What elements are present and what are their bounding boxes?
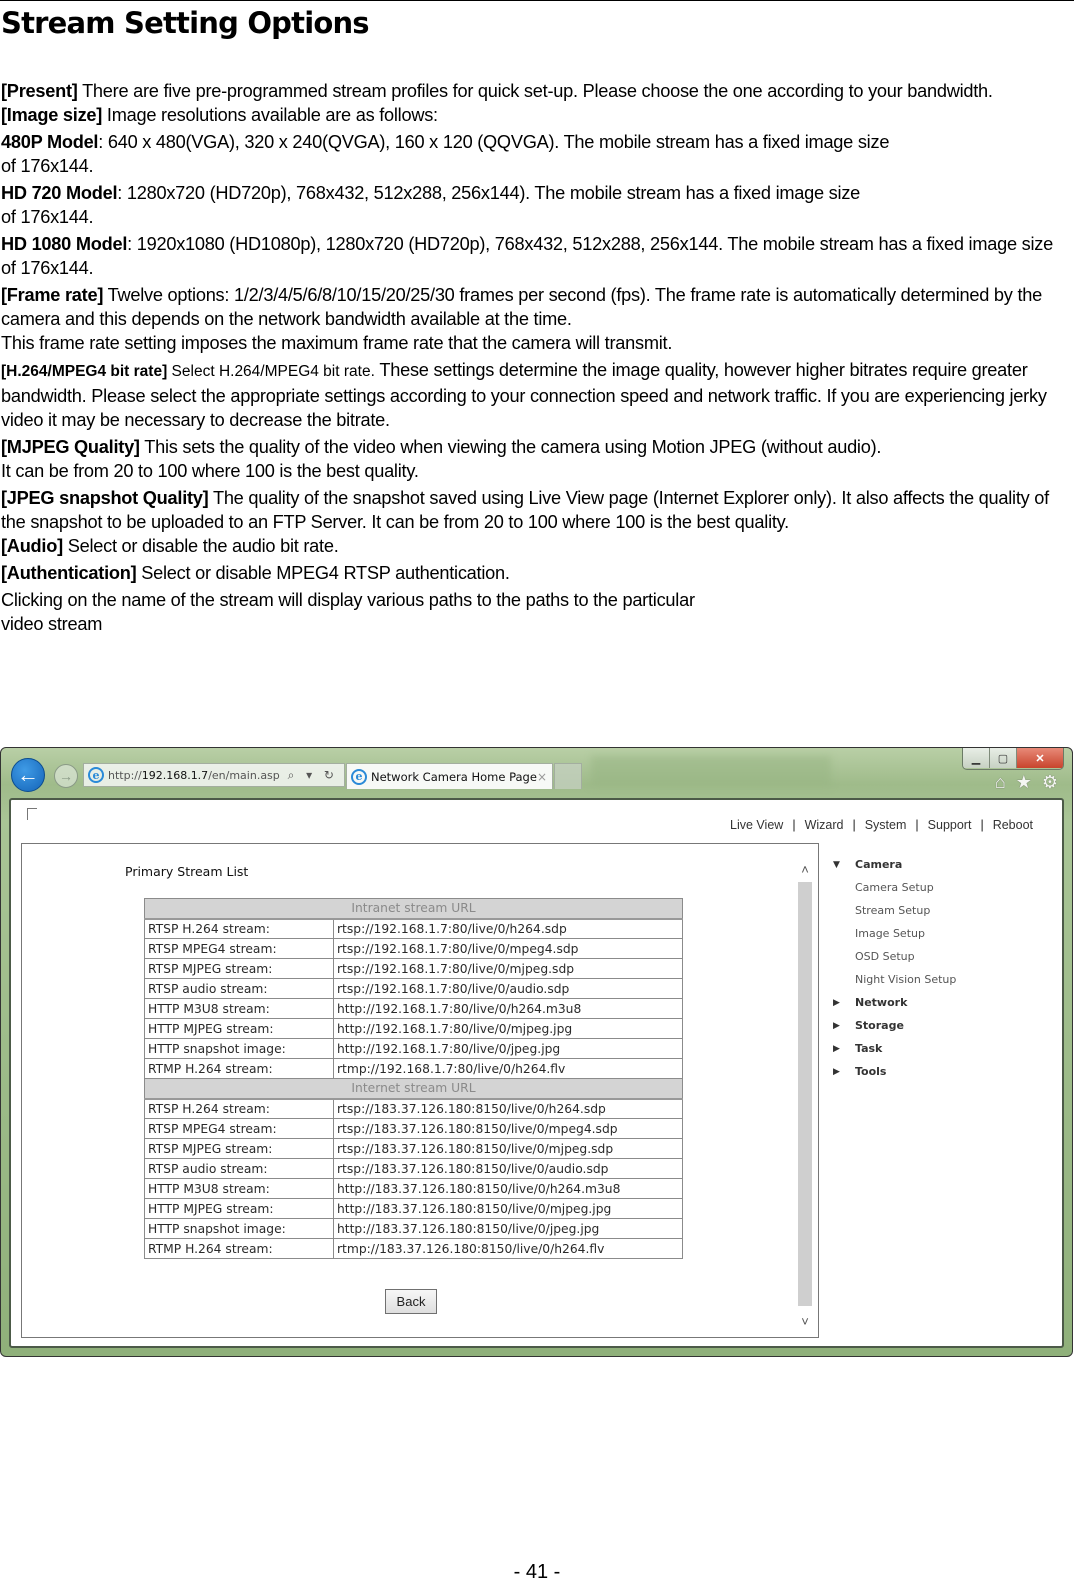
- link-reboot[interactable]: Reboot: [988, 818, 1038, 832]
- link-system[interactable]: System: [860, 818, 912, 832]
- minimize-button[interactable]: ▁: [963, 748, 990, 768]
- stream-url-table: Intranet stream URL RTSP H.264 stream: rt…: [144, 898, 683, 1259]
- toolbar-icons: ⌂ ★ ⚙: [995, 772, 1058, 793]
- table-row: HTTP M3U8 stream: http://192.168.1.7:80/l…: [144, 998, 683, 1019]
- menu-group-tools[interactable]: ▶ Tools: [833, 1060, 956, 1083]
- section-header-internet: Internet stream URL: [144, 1078, 683, 1100]
- paragraph-frame-rate: [Frame rate] Twelve options: 1/2/3/4/5/6…: [1, 285, 1042, 353]
- collapsed-arrow-icon: ▶: [833, 1066, 840, 1077]
- table-row: HTTP MJPEG stream: http://192.168.1.7:80/…: [144, 1018, 683, 1039]
- collapsed-arrow-icon: ▶: [833, 997, 840, 1008]
- collapsed-arrow-icon: ▶: [833, 1043, 840, 1054]
- menu-item-stream-setup[interactable]: Stream Setup: [833, 899, 956, 922]
- menu-group-network[interactable]: ▶ Network: [833, 991, 956, 1014]
- frame-corner: [27, 808, 37, 820]
- home-icon[interactable]: ⌂: [995, 772, 1006, 793]
- menu-item-image-setup[interactable]: Image Setup: [833, 922, 956, 945]
- address-prefix: http://: [108, 768, 142, 782]
- paragraph-mjpeg-quality: [MJPEG Quality] This sets the quality of…: [1, 437, 882, 481]
- side-menu: ▼ Camera Camera Setup Stream Setup Image…: [833, 853, 956, 1083]
- window-controls: ▁ ▢ ✕: [962, 748, 1064, 770]
- link-wizard[interactable]: Wizard: [800, 818, 849, 832]
- table-row: HTTP M3U8 stream: http://183.37.126.180:8…: [144, 1178, 683, 1199]
- paragraph-480p: 480P Model: 640 x 480(VGA), 320 x 240(QV…: [1, 132, 890, 176]
- close-button[interactable]: ✕: [1017, 748, 1063, 768]
- table-row: RTSP audio stream: rtsp://183.37.126.180:…: [144, 1158, 683, 1179]
- paragraph-clicking: Clicking on the name of the stream will …: [1, 590, 695, 634]
- address-host: 192.168.1.7: [141, 768, 209, 782]
- browser-viewport: Live View | Wizard | System | Support | …: [9, 798, 1064, 1348]
- table-row: RTSP audio stream: rtsp://192.168.1.7:80/…: [144, 978, 683, 999]
- back-arrow-icon[interactable]: ←: [11, 758, 45, 792]
- ie-icon: e: [88, 767, 104, 783]
- menu-item-night-vision-setup[interactable]: Night Vision Setup: [833, 968, 956, 991]
- content-frame: Primary Stream List Intranet stream URL …: [21, 843, 819, 1338]
- favorites-star-icon[interactable]: ★: [1016, 772, 1032, 793]
- blurred-title: [591, 756, 831, 786]
- expanded-arrow-icon: ▼: [833, 859, 840, 870]
- paragraph-720: HD 720 Model: 1280x720 (HD720p), 768x432…: [1, 183, 861, 227]
- table-row: HTTP snapshot image: http://183.37.126.18…: [144, 1218, 683, 1239]
- table-row: RTSP MPEG4 stream: rtsp://183.37.126.180:…: [144, 1118, 683, 1139]
- gear-icon[interactable]: ⚙: [1042, 772, 1058, 793]
- ie-icon: e: [351, 768, 367, 785]
- paragraph-bitrate: [H.264/MPEG4 bit rate] Select H.264/MPEG…: [1, 360, 1047, 430]
- table-row: RTSP H.264 stream: rtsp://183.37.126.180:…: [144, 1098, 683, 1119]
- collapsed-arrow-icon: ▶: [833, 1020, 840, 1031]
- table-row: HTTP MJPEG stream: http://183.37.126.180:…: [144, 1198, 683, 1219]
- browser-screenshot: ▁ ▢ ✕ ← → e http://192.168.1.7/en/main.a…: [0, 747, 1073, 1357]
- page-number: - 41 -: [513, 1561, 561, 1583]
- new-tab-button[interactable]: [554, 763, 582, 789]
- paragraph-1080: HD 1080 Model: 1920x1080 (HD1080p), 1280…: [1, 234, 1053, 278]
- table-row: RTSP H.264 stream: rtsp://192.168.1.7:80/…: [144, 918, 683, 939]
- scroll-down-icon[interactable]: ˅: [796, 1312, 814, 1330]
- scroll-up-icon[interactable]: ˄: [796, 860, 814, 878]
- table-row: RTMP H.264 stream: rtmp://192.168.1.7:80/…: [144, 1058, 683, 1079]
- table-row: RTSP MJPEG stream: rtsp://192.168.1.7:80/…: [144, 958, 683, 979]
- paragraph-authentication: [Authentication] Select or disable MPEG4…: [1, 563, 510, 583]
- paragraph-image-size: [Image size] Image resolutions available…: [1, 105, 438, 125]
- top-nav-links: Live View | Wizard | System | Support | …: [725, 818, 1038, 832]
- paragraph-audio: [Audio] Select or disable the audio bit …: [1, 536, 339, 556]
- close-tab-icon[interactable]: ×: [537, 770, 547, 784]
- table-row: RTMP H.264 stream: rtmp://183.37.126.180:…: [144, 1238, 683, 1259]
- menu-item-osd-setup[interactable]: OSD Setup: [833, 945, 956, 968]
- link-support[interactable]: Support: [923, 818, 977, 832]
- paragraph-jpeg-snapshot: [JPEG snapshot Quality] The quality of t…: [1, 488, 1049, 532]
- table-row: RTSP MJPEG stream: rtsp://183.37.126.180:…: [144, 1138, 683, 1159]
- section-header-intranet: Intranet stream URL: [144, 898, 683, 920]
- forward-arrow-icon[interactable]: →: [54, 764, 78, 788]
- table-row: HTTP snapshot image: http://192.168.1.7:8…: [144, 1038, 683, 1059]
- menu-group-storage[interactable]: ▶ Storage: [833, 1014, 956, 1037]
- link-live-view[interactable]: Live View: [725, 818, 788, 832]
- page-title: Stream Setting Options: [1, 6, 370, 40]
- tab-network-camera[interactable]: e Network Camera Home Page ×: [346, 763, 553, 789]
- address-path: /en/main.asp: [208, 768, 280, 782]
- document-body: [Present] There are five pre-programmed …: [1, 79, 1061, 636]
- menu-item-camera-setup[interactable]: Camera Setup: [833, 876, 956, 899]
- menu-group-camera[interactable]: ▼ Camera: [833, 853, 956, 876]
- search-refresh-icons[interactable]: ⌕ ▾ ↻: [288, 768, 338, 783]
- label-present: [Present]: [1, 81, 78, 101]
- scrollbar[interactable]: ˄ ˅: [796, 860, 814, 1330]
- table-row: RTSP MPEG4 stream: rtsp://192.168.1.7:80/…: [144, 938, 683, 959]
- address-bar[interactable]: e http://192.168.1.7/en/main.asp ⌕ ▾ ↻: [83, 763, 345, 787]
- tab-title: Network Camera Home Page: [371, 769, 537, 784]
- top-rule: [0, 0, 1074, 1]
- menu-group-task[interactable]: ▶ Task: [833, 1037, 956, 1060]
- scroll-thumb[interactable]: [798, 882, 812, 1306]
- maximize-button[interactable]: ▢: [990, 748, 1017, 768]
- back-button[interactable]: Back: [385, 1289, 437, 1314]
- paragraph-present: [Present] There are five pre-programmed …: [1, 81, 993, 101]
- stream-list-heading: Primary Stream List: [125, 864, 249, 879]
